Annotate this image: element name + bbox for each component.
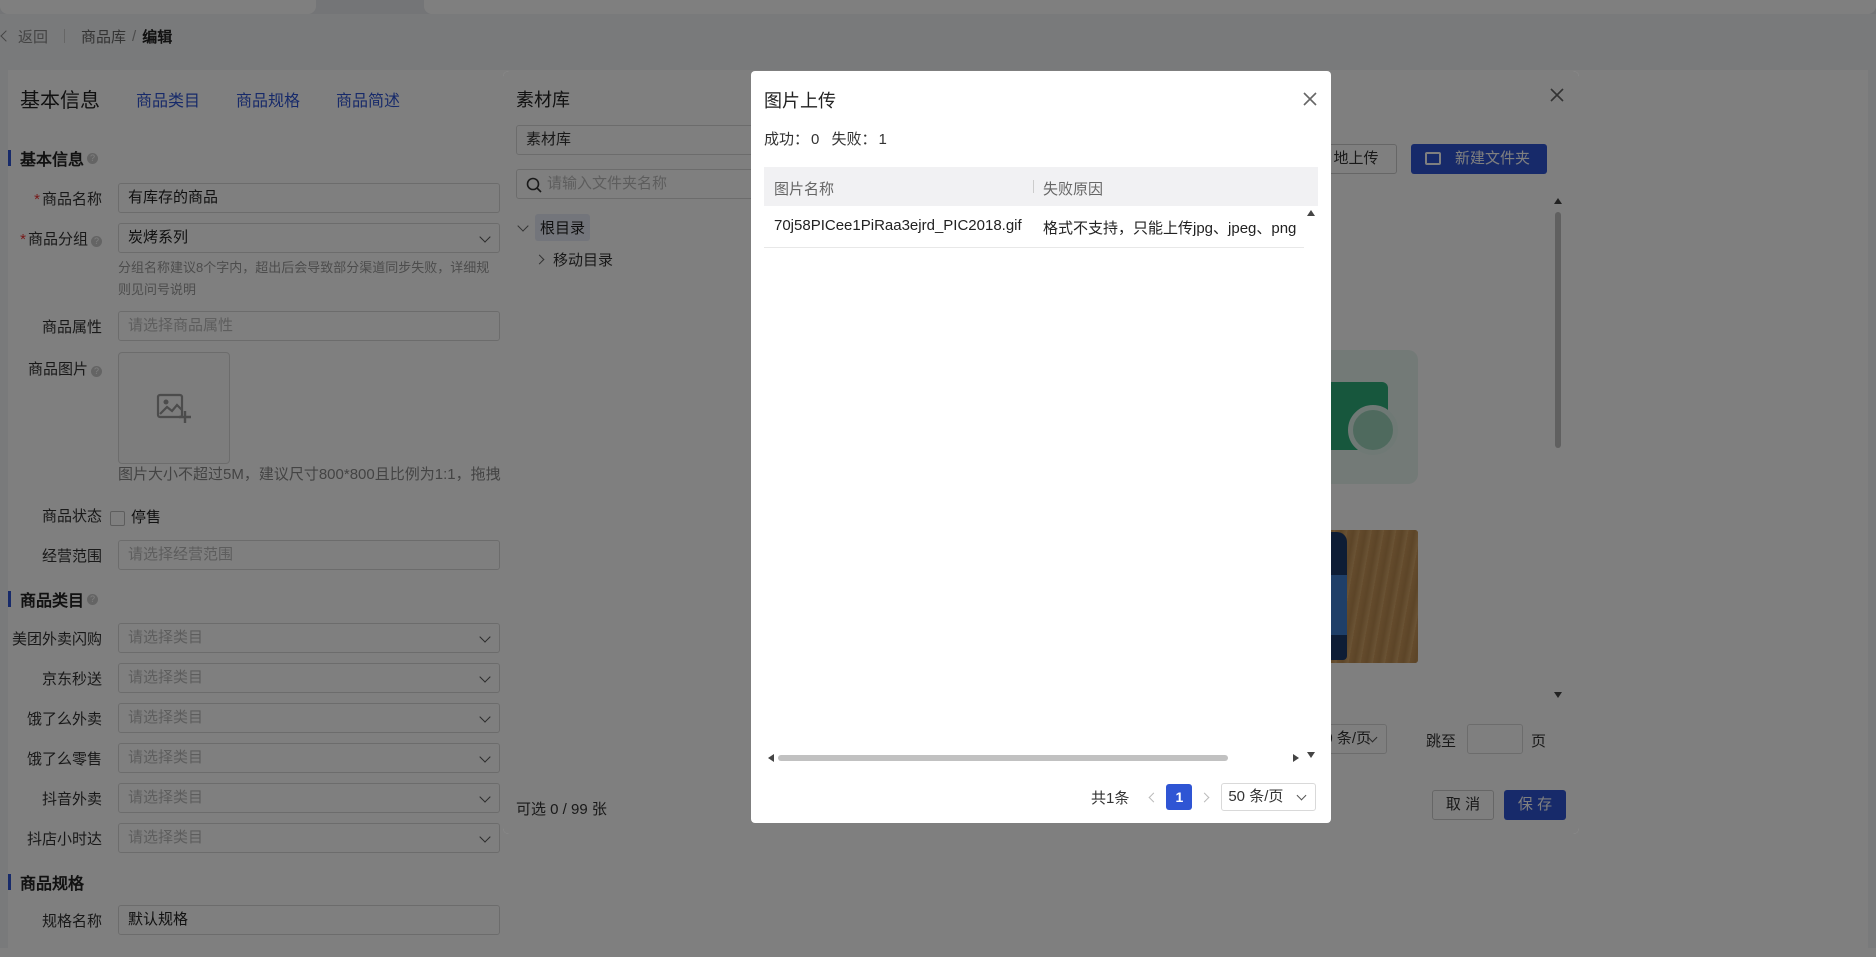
next-page-icon[interactable] (1199, 792, 1210, 802)
column-header: 失败原因 (1043, 181, 1104, 198)
pagination: 共1条 1 50 条/页 (1091, 783, 1317, 811)
image-name-cell: 70j58PICee1PiRaa3ejrd_PIC2018.gif (774, 217, 1022, 234)
table-horizontal-scrollbar[interactable] (764, 752, 1304, 764)
table-header: 图片名称 失败原因 (764, 167, 1318, 206)
upload-summary: 成功： 0 失败： 1 (764, 131, 887, 148)
prev-page-icon[interactable] (1148, 792, 1159, 802)
fail-table: 图片名称 失败原因 70j58PICee1PiRaa3ejrd_PIC2018.… (764, 167, 1318, 767)
success-count: 0 (811, 131, 820, 148)
close-icon[interactable] (1300, 89, 1320, 109)
fail-count: 1 (878, 131, 887, 148)
dialog-title: 图片上传 (764, 91, 836, 111)
column-header: 图片名称 (774, 181, 835, 198)
table-row: 70j58PICee1PiRaa3ejrd_PIC2018.gif 格式不支持，… (764, 206, 1304, 248)
table-vertical-scrollbar[interactable] (1304, 206, 1318, 761)
total-count: 共1条 (1091, 789, 1130, 807)
image-upload-dialog: 图片上传 成功： 0 失败： 1 图片名称 失败原因 70j58PICee1PiRa… (751, 71, 1331, 823)
chevron-down-icon (1296, 790, 1307, 801)
page-size-select[interactable]: 50 条/页 (1221, 783, 1317, 811)
page-number[interactable]: 1 (1166, 784, 1193, 810)
fail-reason-cell: 格式不支持，只能上传jpg、jpeg、png (1043, 220, 1297, 237)
